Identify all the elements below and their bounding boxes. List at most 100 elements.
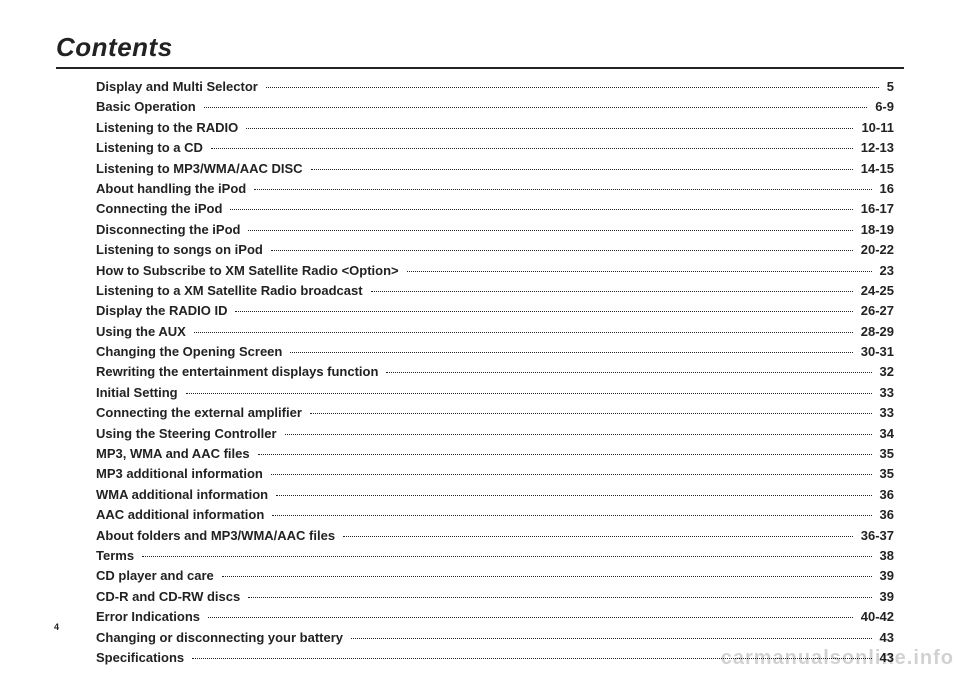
toc-page-number: 40-42 [855,609,894,626]
toc-title: Using the AUX [96,324,192,341]
toc-page-number: 20-22 [855,242,894,259]
toc-title: MP3 additional information [96,466,269,483]
toc-page-number: 5 [881,79,894,96]
toc-dots [285,434,872,435]
toc-row: Listening to songs on iPod 20-22 [96,242,894,259]
toc-title: Display the RADIO ID [96,303,233,320]
toc-dots [248,230,852,231]
toc-dots [235,311,852,312]
toc-title: CD-R and CD-RW discs [96,589,246,606]
toc-title: Basic Operation [96,99,202,116]
toc-dots [211,148,853,149]
toc-dots [351,638,872,639]
toc-dots [248,597,871,598]
toc-title: Connecting the external amplifier [96,405,308,422]
toc-page-number: 32 [874,364,894,381]
toc-title: How to Subscribe to XM Satellite Radio <… [96,263,405,280]
toc-dots [246,128,853,129]
toc-dots [230,209,852,210]
toc-page-number: 36 [874,487,894,504]
toc-title: Connecting the iPod [96,201,228,218]
toc-row: How to Subscribe to XM Satellite Radio <… [96,263,894,280]
toc-title: Initial Setting [96,385,184,402]
toc-page-number: 12-13 [855,140,894,157]
toc-page-number: 14-15 [855,161,894,178]
toc-row: Display and Multi Selector 5 [96,79,894,96]
toc-row: About handling the iPod 16 [96,181,894,198]
toc-title: About folders and MP3/WMA/AAC files [96,528,341,545]
toc-title: Listening to songs on iPod [96,242,269,259]
toc-row: Using the Steering Controller34 [96,426,894,443]
toc-row: Changing the Opening Screen 30-31 [96,344,894,361]
toc-page-number: 36-37 [855,528,894,545]
toc-row: Connecting the iPod 16-17 [96,201,894,218]
toc-dots [276,495,871,496]
toc-page-number: 26-27 [855,303,894,320]
toc-page-number: 36 [874,507,894,524]
toc-page-number: 16-17 [855,201,894,218]
toc-page-number: 35 [874,446,894,463]
title-underline [56,67,904,69]
toc-title: Disconnecting the iPod [96,222,246,239]
toc-row: Connecting the external amplifier33 [96,405,894,422]
toc-dots [266,87,879,88]
toc-title: Display and Multi Selector [96,79,264,96]
toc-dots [311,169,853,170]
toc-page-number: 38 [874,548,894,565]
toc-row: Disconnecting the iPod 18-19 [96,222,894,239]
toc-page-number: 23 [874,263,894,280]
toc-dots [407,271,872,272]
toc-dots [343,536,853,537]
toc-row: Terms 38 [96,548,894,565]
toc-row: Listening to a CD 12-13 [96,140,894,157]
toc-page-number: 43 [874,630,894,647]
toc-title: Listening to a CD [96,140,209,157]
toc-row: Changing or disconnecting your battery 43 [96,630,894,647]
toc-row: MP3, WMA and AAC files35 [96,446,894,463]
toc-title: Listening to the RADIO [96,120,244,137]
toc-title: Error Indications [96,609,206,626]
toc-title: Using the Steering Controller [96,426,283,443]
toc-row: Error Indications 40-42 [96,609,894,626]
toc-title: Changing or disconnecting your battery [96,630,349,647]
toc-title: Listening to MP3/WMA/AAC DISC [96,161,309,178]
toc-page-number: 39 [874,568,894,585]
toc-page-number: 16 [874,181,894,198]
toc-row: Initial Setting 33 [96,385,894,402]
toc-dots [254,189,871,190]
toc-page-number: 24-25 [855,283,894,300]
toc-dots [204,107,868,108]
toc-row: AAC additional information 36 [96,507,894,524]
toc-row: Basic Operation 6-9 [96,99,894,116]
toc-dots [290,352,852,353]
toc-title: Terms [96,548,140,565]
toc-title: Changing the Opening Screen [96,344,288,361]
watermark-text: carmanualsonline.info [721,647,954,670]
toc-dots [310,413,872,414]
toc-dots [208,617,853,618]
toc-title: CD player and care [96,568,220,585]
page-number: 4 [54,622,59,632]
toc-dots [386,372,871,373]
toc-page-number: 6-9 [869,99,894,116]
toc-dots [142,556,871,557]
document-page: Contents Display and Multi Selector5Basi… [0,0,960,667]
toc-row: Listening to the RADIO10-11 [96,120,894,137]
toc-title: AAC additional information [96,507,270,524]
toc-title: WMA additional information [96,487,274,504]
toc-page-number: 18-19 [855,222,894,239]
toc-row: Display the RADIO ID 26-27 [96,303,894,320]
table-of-contents: Display and Multi Selector 5 Basic Operati… [56,79,904,667]
toc-dots [371,291,853,292]
toc-row: Listening to a XM Satellite Radio broadc… [96,283,894,300]
toc-dots [271,474,872,475]
toc-dots [186,393,872,394]
toc-dots [222,576,872,577]
toc-title: Listening to a XM Satellite Radio broadc… [96,283,369,300]
toc-dots [272,515,871,516]
toc-dots [258,454,872,455]
toc-page-number: 33 [874,385,894,402]
toc-page-number: 30-31 [855,344,894,361]
toc-title: About handling the iPod [96,181,252,198]
toc-row: CD-R and CD-RW discs39 [96,589,894,606]
